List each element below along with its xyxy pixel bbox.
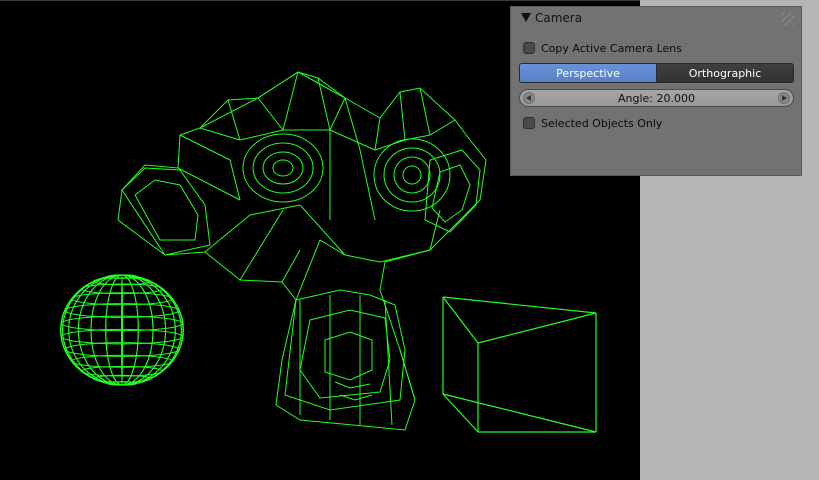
drag-grip-icon[interactable]	[781, 12, 795, 26]
cube-wireframe	[442, 296, 597, 433]
perspective-button[interactable]: Perspective	[520, 64, 657, 82]
angle-number-field[interactable]: Angle: 20.000	[519, 89, 794, 107]
monkey-wireframe	[117, 71, 487, 431]
uv-sphere-wireframe	[60, 274, 184, 386]
panel-header[interactable]: Camera	[511, 7, 801, 31]
copy-camera-lens-checkbox[interactable]	[523, 42, 535, 54]
copy-camera-lens-label: Copy Active Camera Lens	[541, 41, 682, 55]
camera-panel: Camera Copy Active Camera Lens Perspecti…	[510, 6, 802, 176]
panel-title: Camera	[535, 11, 583, 25]
copy-camera-lens-option[interactable]: Copy Active Camera Lens	[523, 40, 682, 56]
collapse-triangle-icon[interactable]	[521, 13, 531, 22]
projection-toggle: Perspective Orthographic	[519, 63, 794, 83]
increment-arrow-icon[interactable]	[778, 92, 790, 104]
selected-objects-only-label: Selected Objects Only	[541, 116, 663, 130]
orthographic-button[interactable]: Orthographic	[657, 64, 793, 82]
angle-value: Angle: 20.000	[618, 91, 695, 105]
selected-objects-only-checkbox[interactable]	[523, 117, 535, 129]
selected-objects-only-option[interactable]: Selected Objects Only	[523, 115, 662, 131]
decrement-arrow-icon[interactable]	[523, 92, 535, 104]
